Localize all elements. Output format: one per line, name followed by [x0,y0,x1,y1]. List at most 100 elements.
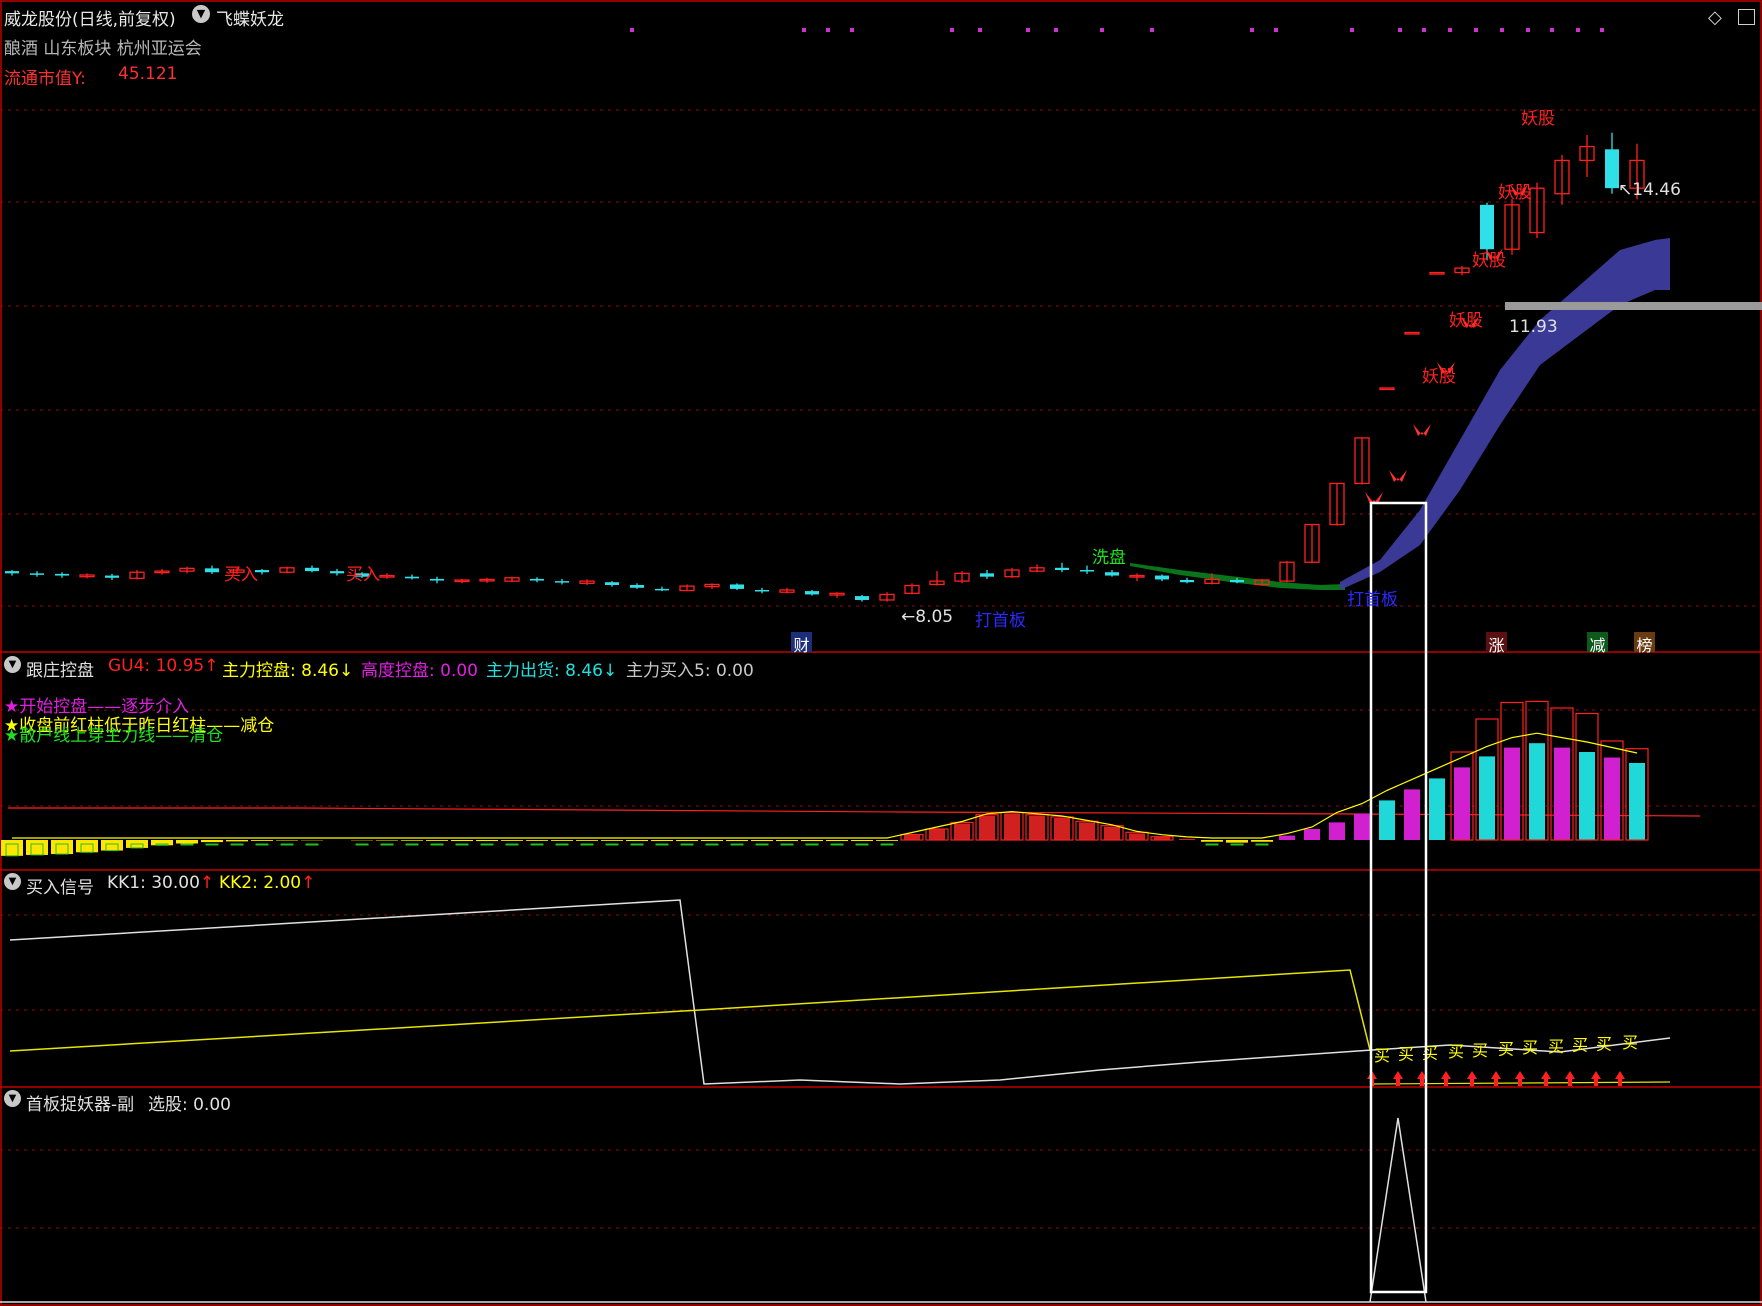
candle-body-down [305,567,319,572]
ind1-bar-neg [826,840,848,842]
ind2-kk1-value: KK1: 30.00 [107,873,200,893]
ind1-bar-neg [776,840,798,842]
ind1-bar-pos [1479,756,1495,840]
buy-signal-label: 买 [1398,1045,1414,1064]
ind1-zhuli-kongpan: 主力控盘: 8.46↓ [222,661,354,681]
yaogu-label-3: 妖股 [1449,311,1483,331]
ind2-name[interactable]: 买入信号 [26,873,94,898]
buy-signal-labels: 买买买买买买买买买买买 [1374,1033,1638,1065]
ind1-bar-neg-inner [405,843,419,846]
candle-body-down [55,573,69,576]
ind1-bar-pos [1279,835,1295,840]
bang-badge[interactable]: 榜 [1634,632,1655,655]
ind1-bar-neg-inner [355,843,369,846]
concept-tags: 酿酒 山东板块 杭州亚运会 [4,39,202,59]
purple-dot [1100,28,1104,32]
ind1-bar-neg-inner [305,843,319,846]
purple-dot [1026,28,1030,32]
ind1-bar-pos [1079,822,1095,840]
candle-body-down [630,585,644,588]
buy-label-2: 买入 [346,565,380,585]
ind1-bar-neg [51,840,73,855]
ind3-chevron-icon[interactable]: ▼ [4,1090,21,1107]
ind1-bar-neg-inner [455,843,469,846]
ind2-chevron-icon[interactable]: ▼ [4,873,21,890]
candle-body-down [1480,204,1494,250]
ind1-chevron-icon[interactable]: ▼ [4,656,21,673]
ind1-bar-neg [401,840,423,841]
red-arrow-icon [1541,1071,1551,1086]
purple-dot [1274,28,1278,32]
ind1-bar-pos [1354,813,1370,840]
ind1-bar-neg [26,840,48,855]
candle-body-down [605,582,619,585]
ind1-bar-neg-inner [180,843,194,846]
ind1-bar-neg-inner [230,843,244,846]
ind1-bar-neg [701,840,723,842]
ind1-bar-neg-inner [880,843,894,846]
candle-body-down [205,568,219,573]
indicator-name[interactable]: 飞蝶妖龙 [216,5,284,30]
candle-body-down [1605,149,1619,189]
purple-dot [1150,28,1154,32]
ind1-bar-neg-inner [580,843,594,846]
xipan-label: 洗盘 [1092,548,1126,568]
ind1-bar-neg [1201,840,1223,842]
ind1-bar-pos [1554,747,1570,840]
ind3-name[interactable]: 首板捉妖器-副 [26,1090,134,1115]
ind1-bar-neg [526,840,548,841]
candle-body-down [30,573,44,575]
ind1-bar-neg [276,840,298,841]
ind1-bar-neg [201,840,223,843]
ind1-bar-neg [476,840,498,842]
ind1-bar-neg-inner [480,843,494,846]
purple-dot [1422,28,1426,32]
ind1-name[interactable]: 跟庄控盘 [26,656,94,681]
ind1-bar-pos [904,834,920,840]
ind1-bar-pos [1579,752,1595,840]
ind1-bar-neg [501,840,523,841]
red-arrow-icon [1591,1071,1601,1086]
candle-body-up [1429,271,1445,275]
red-arrow-icon [1615,1071,1625,1086]
ind1-bar-neg [576,840,598,841]
ind1-bar-neg [801,840,823,842]
ind1-bar-neg [876,840,898,841]
ind1-bar-neg-inner [755,843,769,846]
candle-body-down [1180,580,1194,583]
red-arrow-icon [1515,1071,1525,1086]
ind1-bar-neg-inner [280,843,294,846]
purple-dot [1448,28,1452,32]
ind1-zhuli-mairu: 主力买入5: 0.00 [626,661,754,681]
cai-badge[interactable]: 财 [791,632,812,655]
price-high-label: ↖14.46 [1618,180,1681,200]
ind1-zhuli-kongpan-value: 主力控盘: 8.46 [222,661,339,681]
buy-label-1: 买入 [224,565,258,585]
candle-body-down [980,573,994,577]
purple-dot [1350,28,1354,32]
candle-body-down [530,578,544,581]
top-purple-dots [630,28,1604,32]
window-icon[interactable] [1738,9,1755,25]
chevron-down-icon[interactable]: ▼ [192,5,210,23]
price-high-value: 14.46 [1632,180,1681,200]
ind1-bar-neg [751,840,773,842]
ind1-bar-neg [726,840,748,842]
jian-badge[interactable]: 减 [1587,632,1608,655]
buy-signal-label: 买 [1448,1042,1464,1061]
ind1-bar-neg [651,840,673,842]
yaogu-label-2: 妖股 [1472,251,1506,271]
buy-signal-label: 买 [1422,1043,1438,1062]
zhang-badge[interactable]: 涨 [1486,632,1507,655]
ind1-bar-pos [1104,826,1120,840]
ind1-zhuli-chuhuo-value: 主力出货: 8.46 [486,661,603,681]
diamond-icon[interactable]: ◇ [1708,7,1722,28]
buy-signal-label: 买 [1374,1046,1390,1065]
candle-body-down [1105,572,1119,576]
ind1-bar-neg-inner [205,843,219,846]
ind1-bar-neg [176,840,198,844]
ind1-bar-pos [954,823,970,840]
ind3-spike [1369,1117,1427,1303]
candle-body-down [805,591,819,595]
ind1-bar-pos [979,815,995,840]
